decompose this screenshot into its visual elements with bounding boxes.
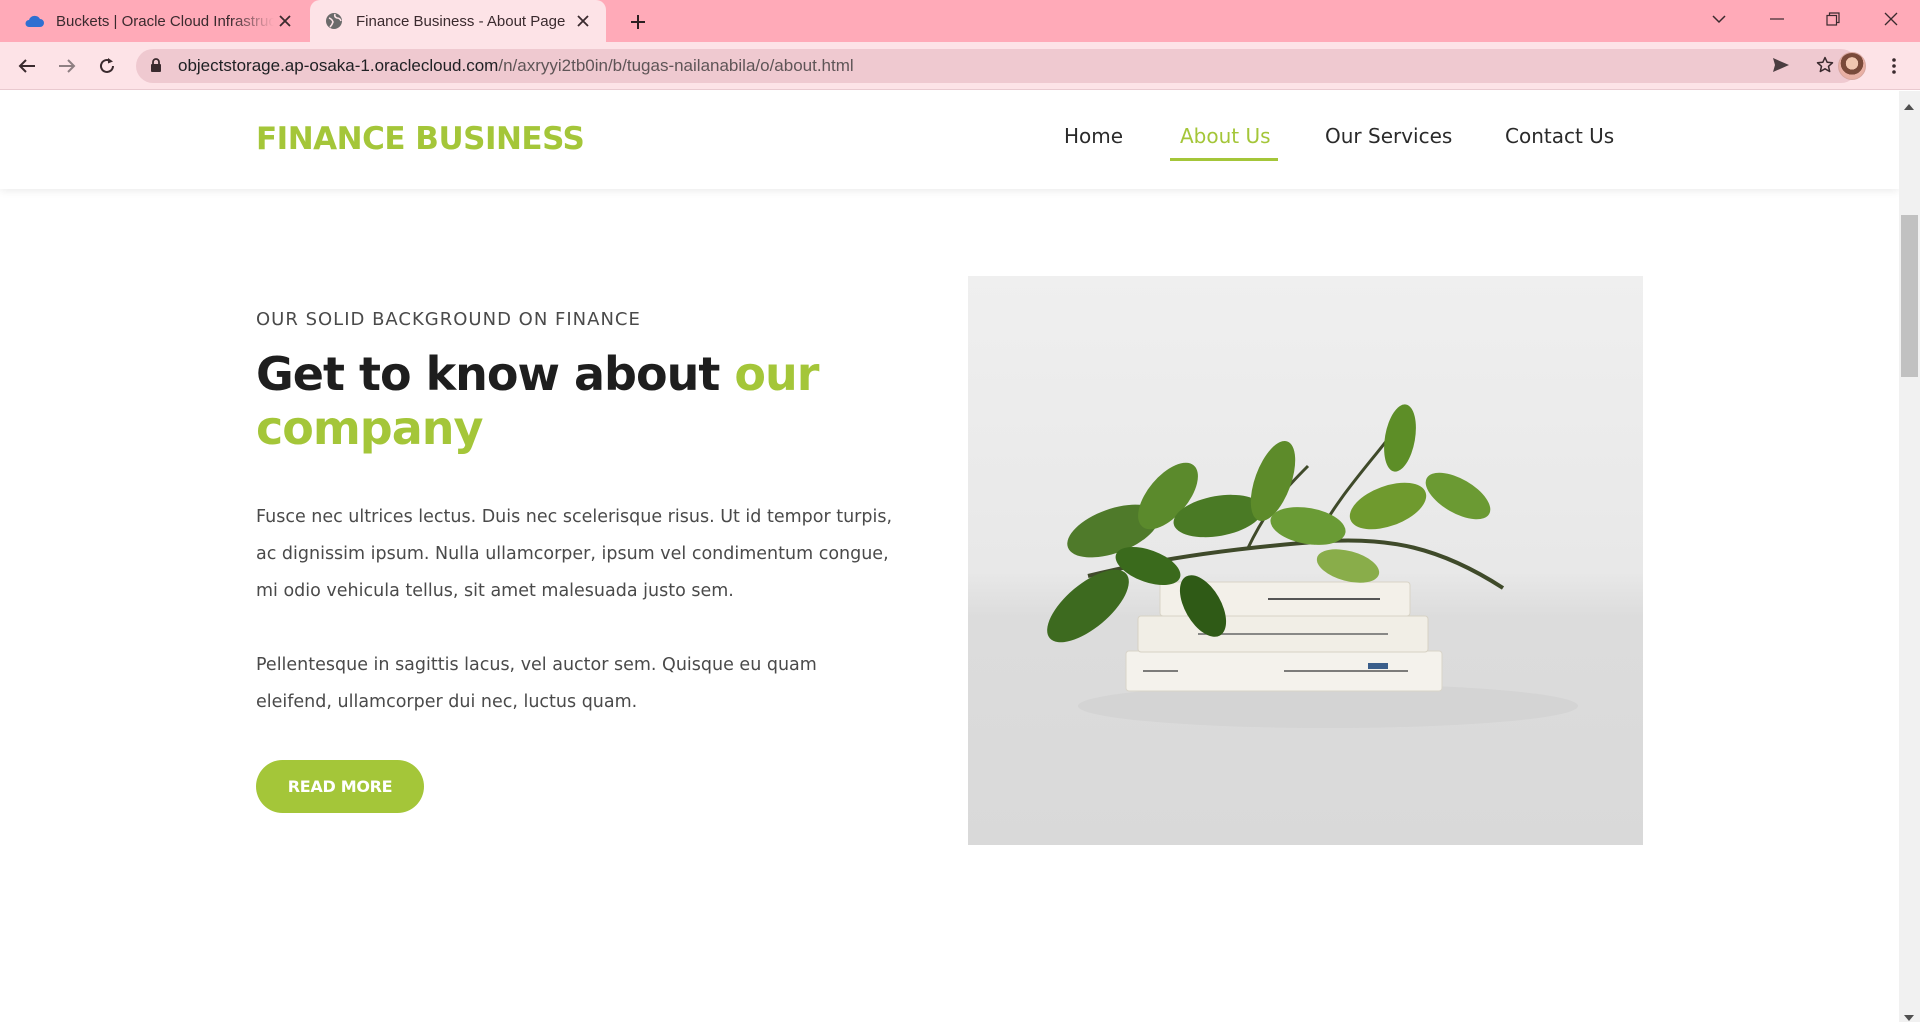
nav-our-services[interactable]: Our Services: [1325, 124, 1452, 148]
tab-title: Finance Business - About Page: [356, 12, 566, 30]
nav-about-us[interactable]: About Us: [1180, 124, 1271, 148]
scrollbar-thumb[interactable]: [1901, 215, 1918, 377]
page-title: Get to know about our company: [256, 347, 896, 455]
url-path: /n/axryyi2tb0in/b/tugas-nailanabila/o/ab…: [498, 56, 854, 75]
site-header: FINANCE BUSINESS Home About Us Our Servi…: [0, 91, 1899, 189]
browser-tab-strip: Buckets | Oracle Cloud Infrastructure Fi…: [0, 0, 1920, 42]
send-share-icon[interactable]: [1772, 57, 1790, 78]
books-plant-photo: [968, 276, 1643, 845]
scroll-down-arrow-icon[interactable]: [1904, 1008, 1914, 1026]
site-logo[interactable]: FINANCE BUSINESS: [256, 121, 585, 157]
kebab-menu-icon[interactable]: [1882, 54, 1906, 78]
globe-icon: [324, 11, 344, 31]
url-omnibox[interactable]: objectstorage.ap-osaka-1.oraclecloud.com…: [136, 49, 1858, 83]
nav-home[interactable]: Home: [1064, 124, 1123, 148]
close-tab-icon[interactable]: [574, 12, 592, 30]
nav-contact-us[interactable]: Contact Us: [1505, 124, 1614, 148]
tab-search-chevron-icon[interactable]: [1692, 0, 1746, 38]
url-text: objectstorage.ap-osaka-1.oraclecloud.com…: [178, 56, 854, 76]
page-scrollbar[interactable]: [1899, 91, 1920, 1022]
read-more-button[interactable]: READ MORE: [256, 760, 424, 813]
nav-active-underline: [1170, 158, 1278, 161]
browser-toolbar: objectstorage.ap-osaka-1.oraclecloud.com…: [0, 42, 1920, 90]
scroll-up-arrow-icon[interactable]: [1904, 97, 1914, 115]
back-arrow-icon[interactable]: [11, 50, 43, 82]
close-window-icon[interactable]: [1864, 0, 1918, 38]
close-tab-icon[interactable]: [276, 12, 294, 30]
profile-avatar[interactable]: [1838, 52, 1866, 80]
tab-oracle-buckets[interactable]: Buckets | Oracle Cloud Infrastructure: [14, 0, 308, 42]
lock-icon[interactable]: [150, 58, 162, 78]
cloud-icon: [24, 11, 44, 31]
forward-arrow-icon[interactable]: [51, 50, 83, 82]
minimize-icon[interactable]: [1750, 0, 1804, 38]
tab-title: Buckets | Oracle Cloud Infrastructure: [56, 12, 274, 30]
about-paragraph-1: Fusce nec ultrices lectus. Duis nec scel…: [256, 507, 893, 601]
tab-finance-about[interactable]: Finance Business - About Page: [310, 0, 606, 42]
page-viewport: FINANCE BUSINESS Home About Us Our Servi…: [0, 91, 1899, 1022]
reload-icon[interactable]: [91, 50, 123, 82]
new-tab-plus-icon[interactable]: [624, 8, 652, 36]
restore-icon[interactable]: [1806, 0, 1860, 38]
url-host: objectstorage.ap-osaka-1.oraclecloud.com: [178, 56, 499, 75]
headline-dark: Get to know about: [256, 347, 735, 401]
bookmark-star-icon[interactable]: [1816, 56, 1834, 79]
section-eyebrow: OUR SOLID BACKGROUND ON FINANCE: [256, 309, 641, 330]
about-paragraph-2: Pellentesque in sagittis lacus, vel auct…: [256, 655, 817, 712]
